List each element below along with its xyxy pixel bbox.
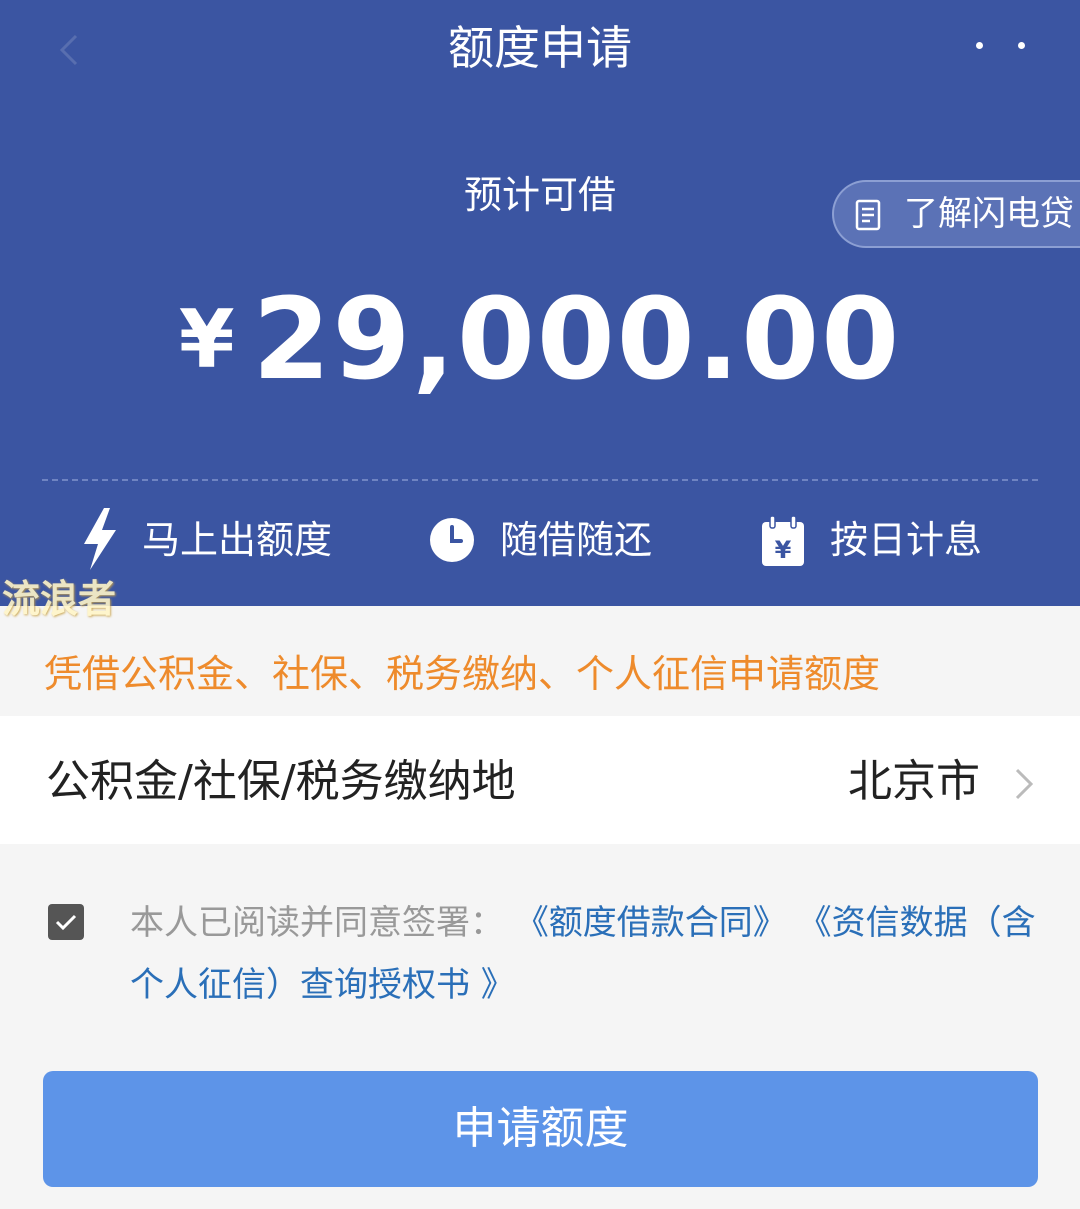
apply-credit-button[interactable]: 申请额度 bbox=[43, 1071, 1038, 1187]
agreement-prefix: 本人已阅读并同意签署： bbox=[130, 903, 504, 943]
currency-symbol: ¥ bbox=[178, 293, 235, 386]
more-dots-icon[interactable] bbox=[966, 38, 1036, 58]
eligibility-note: 凭借公积金、社保、税务缴纳、个人征信申请额度 bbox=[44, 652, 881, 696]
svg-text:¥: ¥ bbox=[775, 536, 792, 564]
watermark: 流浪者 bbox=[2, 577, 117, 621]
learn-more-button[interactable]: 了解闪电贷 bbox=[832, 180, 1080, 248]
clock-icon bbox=[430, 518, 474, 562]
amount-value: 29,000.00 bbox=[252, 275, 902, 405]
feature-label: 随借随还 bbox=[500, 518, 653, 562]
agreement-checkbox[interactable] bbox=[48, 904, 84, 940]
feature-label: 按日计息 bbox=[830, 518, 983, 562]
check-icon bbox=[55, 914, 77, 931]
learn-more-label: 了解闪电贷 bbox=[904, 194, 1074, 234]
loan-summary-panel: 额度申请 预计可借 了解闪电贷 ¥29,000.00 马上出额度 随借随还 ¥ … bbox=[0, 0, 1080, 606]
loan-contract-link[interactable]: 《额度借款合同》 bbox=[515, 903, 787, 943]
divider bbox=[42, 479, 1038, 481]
apply-credit-label: 申请额度 bbox=[452, 1103, 629, 1154]
feature-label: 马上出额度 bbox=[142, 518, 333, 562]
location-value: 北京市 bbox=[848, 756, 980, 807]
document-icon bbox=[855, 199, 881, 231]
chevron-right-icon bbox=[1015, 768, 1034, 800]
lightning-icon bbox=[84, 508, 116, 570]
credit-amount: ¥29,000.00 bbox=[0, 270, 1080, 443]
agreement-text: 本人已阅读并同意签署： 《额度借款合同》 《资信数据（含个人征信）查询授权书 》 bbox=[130, 892, 1050, 1016]
location-selector[interactable]: 公积金/社保/税务缴纳地 北京市 bbox=[0, 716, 1080, 844]
page-title: 额度申请 bbox=[448, 21, 632, 75]
location-label: 公积金/社保/税务缴纳地 bbox=[46, 756, 516, 807]
calendar-yen-icon: ¥ bbox=[762, 515, 804, 566]
